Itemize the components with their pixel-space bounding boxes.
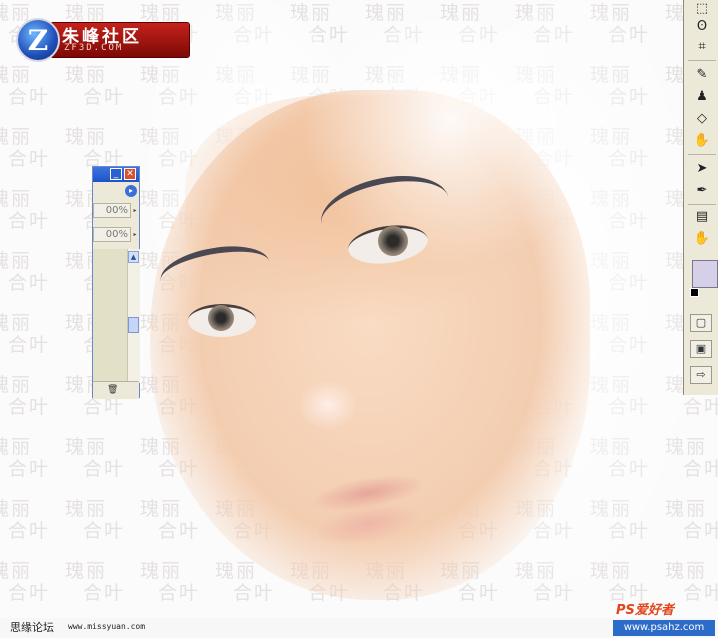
watermark-text: 瑰丽 合叶	[0, 188, 51, 232]
left-iris	[208, 305, 234, 331]
layers-list[interactable]	[93, 249, 127, 381]
watermark-text: 瑰丽 合叶	[0, 250, 51, 294]
watermark-text: 瑰丽 合叶	[65, 560, 126, 604]
smudge-tool-icon[interactable]: ✋	[692, 132, 712, 150]
nose-highlight	[298, 380, 358, 430]
watermark-text: 瑰丽 合叶	[65, 498, 126, 542]
crop-tool-icon[interactable]: ⌗	[692, 38, 712, 56]
lasso-tool-icon[interactable]: ʘ	[692, 18, 712, 36]
tool-divider	[688, 204, 716, 205]
toolbox: ⬚ ʘ ⌗ ✎ ♟ ◇ ✋ ➤ ✒ ▤ ✋ ▢ ▣ ⇨	[683, 0, 718, 395]
watermark-text: 瑰丽 合叶	[0, 436, 51, 480]
watermark-text: 瑰丽 合叶	[65, 64, 126, 108]
watermark-text: 瑰丽 合叶	[0, 312, 51, 356]
watermark-text: 瑰丽 合叶	[65, 126, 126, 170]
watermark-text: 瑰丽 合叶	[140, 498, 201, 542]
jump-to-imageready-icon[interactable]: ⇨	[690, 366, 712, 384]
fill-arrow-icon[interactable]: ▸	[131, 227, 139, 242]
opacity-field[interactable]: 00%	[93, 203, 131, 218]
psahz-url: www.psahz.com	[613, 620, 715, 636]
pen-tool-icon[interactable]: ✒	[692, 182, 712, 200]
zf3d-logo: Z 朱峰社区 ZF3D.COM	[16, 18, 190, 62]
logo-subtitle: ZF3D.COM	[64, 43, 124, 53]
watermark-text: 瑰丽 合叶	[140, 560, 201, 604]
logo-emblem: Z	[16, 18, 60, 62]
forum-name: 思缘论坛	[10, 621, 54, 634]
quick-mask-icon[interactable]: ▢	[690, 314, 712, 332]
palette-titlebar[interactable]: _ ✕	[93, 167, 139, 182]
marquee-tool-icon[interactable]: ⬚	[692, 0, 712, 18]
hand-tool-icon[interactable]: ✋	[692, 230, 712, 248]
tool-divider	[688, 154, 716, 155]
brush-tool-icon[interactable]: ✎	[692, 66, 712, 84]
watermark-text: 瑰丽 合叶	[0, 126, 51, 170]
opacity-arrow-icon[interactable]: ▸	[131, 203, 139, 218]
right-iris	[378, 226, 408, 256]
palette-close-button[interactable]: ✕	[124, 168, 136, 180]
screen-mode-icon[interactable]: ▣	[690, 340, 712, 358]
palette-minimize-button[interactable]: _	[110, 168, 122, 180]
scroll-thumb[interactable]	[128, 317, 139, 333]
footer-strip: 思缘论坛 www.missyuan.com	[0, 618, 718, 638]
watermark-text: 瑰丽 合叶	[665, 560, 718, 604]
fill-field[interactable]: 00%	[93, 227, 131, 242]
trash-icon[interactable]: 🗑	[107, 384, 118, 396]
watermark-text: 瑰丽 合叶	[65, 436, 126, 480]
notes-tool-icon[interactable]: ▤	[692, 208, 712, 226]
default-colors-icon[interactable]	[690, 288, 699, 297]
watermark-text: 瑰丽 合叶	[0, 64, 51, 108]
palette-menu-icon[interactable]: ▸	[125, 185, 137, 197]
watermark-text: 瑰丽 合叶	[0, 560, 51, 604]
palette-scrollbar[interactable]: ▲	[127, 249, 140, 383]
path-select-tool-icon[interactable]: ➤	[692, 160, 712, 178]
psahz-logo: PS爱好者	[616, 603, 674, 618]
scroll-up-icon[interactable]: ▲	[128, 251, 139, 263]
watermark-text: 瑰丽 合叶	[0, 498, 51, 542]
stamp-tool-icon[interactable]: ♟	[692, 88, 712, 106]
tool-divider	[688, 60, 716, 61]
forum-url: www.missyuan.com	[68, 622, 146, 631]
watermark-text: 瑰丽 合叶	[0, 374, 51, 418]
layers-palette[interactable]: _ ✕ ▸ 00% ▸ 00% ▸ ▲ 🗑	[92, 166, 140, 399]
eraser-tool-icon[interactable]: ◇	[692, 110, 712, 128]
palette-footer: 🗑	[93, 381, 139, 399]
foreground-color-swatch[interactable]	[692, 260, 718, 288]
